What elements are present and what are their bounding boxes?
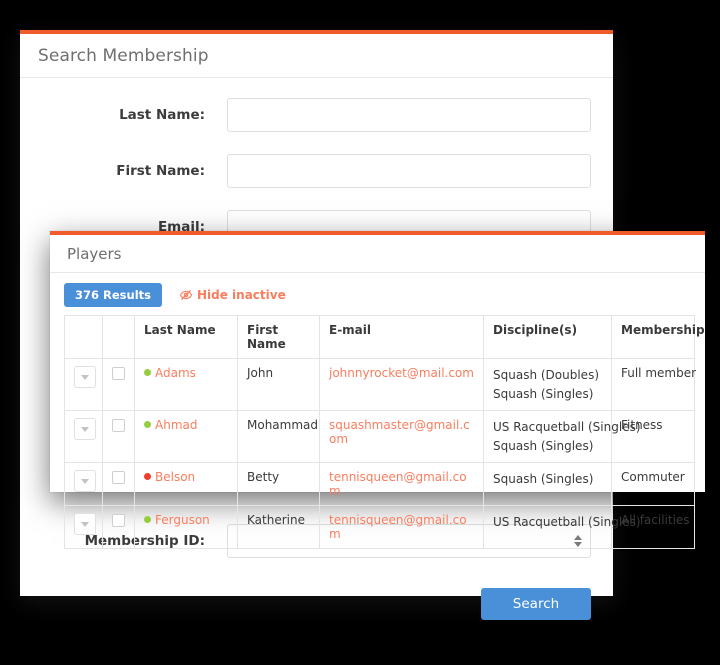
last-name-label: Last Name: xyxy=(119,107,205,123)
row-checkbox[interactable] xyxy=(112,514,125,528)
row-menu-cell xyxy=(64,462,103,507)
email-link[interactable]: johnnyrocket@mail.com xyxy=(329,366,474,380)
cell-membership: Commuter xyxy=(611,462,695,507)
cell-membership: Full member xyxy=(611,357,697,412)
first-name-input[interactable] xyxy=(227,154,591,188)
cell-last-name: Ahmad xyxy=(134,410,238,464)
row-menu-button[interactable] xyxy=(74,418,96,441)
hide-inactive-link[interactable]: Hide inactive xyxy=(179,288,286,302)
row-menu-button[interactable] xyxy=(74,513,96,536)
email-link[interactable]: tennisqueen@gmail.com xyxy=(329,513,467,541)
cell-disciplines: Squash (Singles) xyxy=(483,462,612,507)
discipline-item: US Racquetball (Singles) xyxy=(493,515,641,530)
cell-disciplines: Squash (Doubles) Squash (Singles) xyxy=(483,357,612,412)
players-table-container: Last Name First Name E-mail Discipline(s… xyxy=(50,315,705,563)
table-row: Ferguson Katherine tennisqueen@gmail.com US… xyxy=(64,505,695,550)
cell-last-name: Belson xyxy=(134,462,238,507)
cell-last-name: Adams xyxy=(134,357,238,412)
status-dot-active-icon xyxy=(144,516,151,524)
cell-email: tennisqueen@gmail.com xyxy=(319,462,484,507)
row-menu-button[interactable] xyxy=(74,366,96,388)
membership-type: Fitness xyxy=(621,418,663,433)
table-row: Adams John johnnyrocket@mail.com Squash (Do… xyxy=(64,357,697,412)
cell-disciplines: US Racquetball (Singles) xyxy=(483,505,641,550)
col-header-membership[interactable]: Membership xyxy=(611,315,705,359)
last-name-input[interactable] xyxy=(227,98,591,132)
hide-inactive-label: Hide inactive xyxy=(196,288,286,302)
discipline-item: Squash (Singles) xyxy=(493,472,594,487)
status-dot-active-icon xyxy=(144,421,151,429)
status-dot-inactive-icon xyxy=(144,473,151,481)
col-header-first-name[interactable]: First Name xyxy=(237,315,320,359)
players-table-body: Adams John johnnyrocket@mail.com Squash (Do… xyxy=(64,357,697,550)
col-header-last-name[interactable]: Last Name xyxy=(134,315,238,359)
search-button[interactable]: Search xyxy=(481,588,591,620)
col-header-select xyxy=(102,315,135,359)
row-select-cell xyxy=(102,505,135,550)
form-row-first-name: First Name: xyxy=(42,154,591,188)
table-row: Ahmad Mohammad squashmaster@gmail.com US Ra… xyxy=(64,410,695,464)
app-root: Search Membership Last Name: First Name:… xyxy=(0,0,720,665)
row-checkbox[interactable] xyxy=(112,367,125,380)
cell-first-name: Katherine xyxy=(237,505,320,550)
membership-type: Full member xyxy=(621,366,697,380)
table-header-row: Last Name First Name E-mail Discipline(s… xyxy=(64,315,705,359)
form-row-last-name: Last Name: xyxy=(42,98,591,132)
col-header-disciplines[interactable]: Discipline(s) xyxy=(483,315,612,359)
row-menu-cell xyxy=(64,357,103,412)
chevron-down-icon xyxy=(81,478,89,484)
player-name-link[interactable]: Ahmad xyxy=(155,418,197,432)
row-menu-cell xyxy=(64,505,103,550)
first-name-label: First Name: xyxy=(116,163,205,179)
email-link[interactable]: tennisqueen@gmail.com xyxy=(329,470,467,498)
row-select-cell xyxy=(102,410,135,464)
col-header-email[interactable]: E-mail xyxy=(319,315,484,359)
chevron-down-icon xyxy=(81,374,89,380)
cell-membership: Fitness xyxy=(611,410,695,464)
search-panel-header: Search Membership xyxy=(20,34,613,78)
table-row: Belson Betty tennisqueen@gmail.com Squash (… xyxy=(64,462,695,507)
players-panel-header: Players xyxy=(50,235,705,273)
players-panel: Players 376 Results Hide inactive Last N… xyxy=(50,231,705,550)
email-link[interactable]: squashmaster@gmail.com xyxy=(329,418,470,446)
row-select-cell xyxy=(102,357,135,412)
cell-email: tennisqueen@gmail.com xyxy=(319,505,484,550)
discipline-item: Squash (Singles) xyxy=(493,438,594,453)
player-name-link[interactable]: Adams xyxy=(155,366,196,380)
row-menu-button[interactable] xyxy=(74,470,96,493)
col-header-caret xyxy=(64,315,103,359)
cell-last-name: Ferguson xyxy=(134,505,238,550)
cell-first-name: Mohammad xyxy=(237,410,320,464)
players-panel-title: Players xyxy=(67,244,122,263)
players-table-head: Last Name First Name E-mail Discipline(s… xyxy=(64,315,705,359)
cell-first-name: Betty xyxy=(237,462,320,507)
membership-type: All facilities xyxy=(621,513,690,528)
discipline-item: US Racquetball (Singles) xyxy=(493,420,641,435)
membership-type: Commuter xyxy=(621,470,685,485)
cell-disciplines: US Racquetball (Singles) Squash (Singles) xyxy=(483,410,641,464)
search-actions: Search xyxy=(42,580,591,620)
cell-email: johnnyrocket@mail.com xyxy=(319,357,484,412)
cell-email: squashmaster@gmail.com xyxy=(319,410,484,464)
page-title: Search Membership xyxy=(38,45,209,66)
chevron-down-icon xyxy=(81,521,89,527)
cell-first-name: John xyxy=(237,357,320,412)
discipline-item: Squash (Doubles) xyxy=(493,368,600,382)
results-count-badge[interactable]: 376 Results xyxy=(64,283,162,307)
row-checkbox[interactable] xyxy=(112,471,125,485)
players-table: Last Name First Name E-mail Discipline(s… xyxy=(64,315,705,550)
status-dot-active-icon xyxy=(144,369,151,376)
eye-slash-icon xyxy=(179,289,192,301)
row-menu-cell xyxy=(64,410,103,464)
discipline-item: Squash (Singles) xyxy=(493,386,594,401)
players-toolbar: 376 Results Hide inactive xyxy=(50,273,705,315)
chevron-down-icon xyxy=(81,426,89,432)
row-checkbox[interactable] xyxy=(112,419,125,433)
player-name-link[interactable]: Ferguson xyxy=(155,513,210,527)
row-select-cell xyxy=(102,462,135,507)
player-name-link[interactable]: Belson xyxy=(155,470,195,484)
